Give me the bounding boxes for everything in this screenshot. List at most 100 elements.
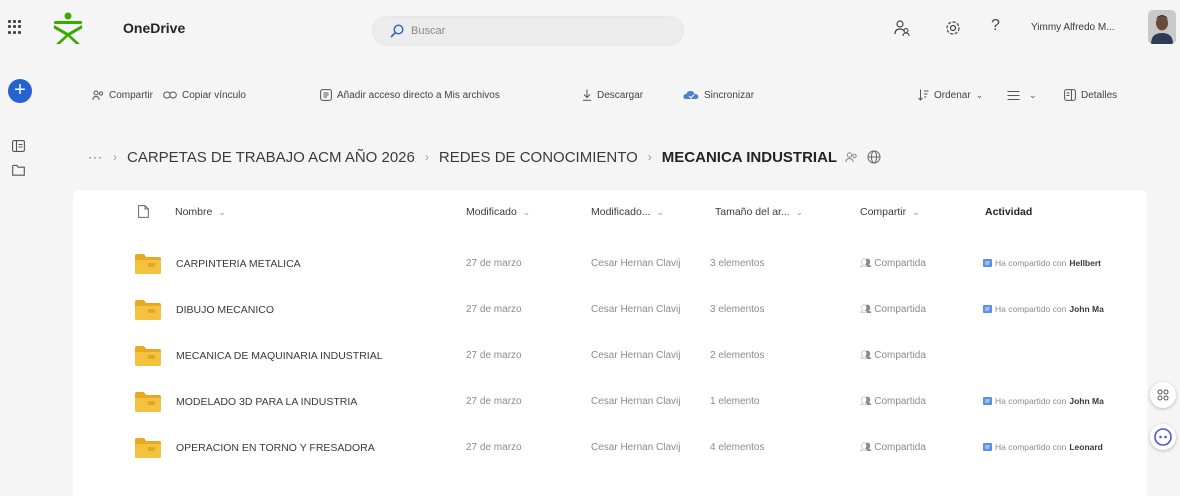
item-sharing[interactable]: 👥︎ Compartida bbox=[860, 442, 926, 453]
column-header-sharing[interactable]: Compartir ⌄ bbox=[860, 206, 920, 218]
item-name[interactable]: DIBUJO MECANICO bbox=[176, 304, 274, 316]
column-header-modified-by[interactable]: Modificado... ⌄ bbox=[591, 206, 664, 218]
share-button[interactable]: Compartir bbox=[92, 86, 153, 104]
plus-icon: + bbox=[14, 79, 26, 101]
avatar[interactable] bbox=[1148, 10, 1176, 44]
share-label: Compartir bbox=[109, 89, 153, 101]
add-shortcut-label: Añadir acceso directo a Mis archivos bbox=[337, 89, 500, 101]
apps-button[interactable] bbox=[1150, 382, 1176, 408]
activity-icon bbox=[983, 259, 992, 267]
sync-button[interactable]: Sincronizar bbox=[683, 86, 754, 104]
item-size: 2 elementos bbox=[710, 350, 765, 361]
app-title[interactable]: OneDrive bbox=[123, 20, 185, 36]
download-icon bbox=[583, 89, 591, 101]
item-modified-by: Cesar Hernan Clavij bbox=[591, 442, 681, 453]
waffle-icon[interactable] bbox=[8, 20, 22, 34]
item-name[interactable]: CARPINTERIA METALICA bbox=[176, 258, 301, 270]
search-box[interactable] bbox=[372, 16, 684, 46]
chevron-right-icon: › bbox=[647, 150, 652, 164]
item-size: 4 elementos bbox=[710, 442, 765, 453]
folder-icon bbox=[135, 254, 161, 274]
help-icon[interactable]: ? bbox=[991, 17, 1000, 35]
chevron-down-icon: ⌄ bbox=[1029, 89, 1037, 100]
copilot-icon bbox=[1154, 428, 1172, 446]
people-icon: 👥︎ bbox=[860, 396, 872, 406]
shared-people-icon[interactable] bbox=[845, 151, 858, 163]
breadcrumb-item[interactable]: REDES DE CONOCIMIENTO bbox=[439, 149, 638, 166]
item-name[interactable]: OPERACION EN TORNO Y FRESADORA bbox=[176, 442, 375, 454]
activity-icon bbox=[983, 305, 992, 313]
chevron-down-icon: ⌄ bbox=[975, 89, 984, 100]
item-modified: 27 de marzo bbox=[466, 396, 522, 407]
item-size: 3 elementos bbox=[710, 304, 765, 315]
people-icon: 👥︎ bbox=[860, 258, 872, 268]
list-view-icon bbox=[1007, 90, 1020, 100]
sidebar-toggle-icon[interactable] bbox=[12, 140, 25, 152]
copy-link-label: Copiar vínculo bbox=[182, 89, 246, 101]
folder-icon bbox=[135, 438, 161, 458]
folder-icon bbox=[135, 346, 161, 366]
column-header-activity[interactable]: Actividad bbox=[985, 206, 1032, 218]
activity-icon bbox=[983, 443, 992, 451]
table-row[interactable]: MECANICA DE MAQUINARIA INDUSTRIAL 27 de … bbox=[73, 334, 1147, 378]
user-name[interactable]: Yimmy Alfredo M... bbox=[1031, 22, 1115, 33]
table-row[interactable]: MODELADO 3D PARA LA INDUSTRIA 27 de marz… bbox=[73, 380, 1147, 424]
search-icon bbox=[390, 24, 404, 38]
details-button[interactable]: Detalles bbox=[1064, 86, 1117, 104]
column-header-name[interactable]: Nombre ⌄ bbox=[175, 206, 226, 218]
download-label: Descargar bbox=[597, 89, 644, 101]
details-label: Detalles bbox=[1081, 89, 1118, 101]
activity-icon bbox=[983, 397, 992, 405]
new-button[interactable]: + bbox=[8, 79, 32, 103]
item-size: 3 elementos bbox=[710, 258, 765, 269]
folder-icon bbox=[135, 300, 161, 320]
people-icon: 👥︎ bbox=[860, 350, 872, 360]
top-bar: OneDrive ? Yimmy Alfredo M... bbox=[0, 0, 1180, 62]
view-options-button[interactable]: ⌄ bbox=[1007, 86, 1037, 104]
item-sharing[interactable]: 👥︎ Compartida bbox=[860, 258, 926, 269]
people-icon[interactable] bbox=[893, 19, 911, 37]
item-sharing[interactable]: 👥︎ Compartida bbox=[860, 396, 926, 407]
item-activity[interactable]: Ha compartido con Leonard bbox=[983, 442, 1147, 452]
breadcrumb-item[interactable]: CARPETAS DE TRABAJO ACM AÑO 2026 bbox=[127, 149, 415, 166]
sena-logo[interactable] bbox=[48, 11, 88, 45]
item-activity[interactable]: Ha compartido con John Ma bbox=[983, 396, 1147, 406]
item-name[interactable]: MECANICA DE MAQUINARIA INDUSTRIAL bbox=[176, 350, 383, 362]
item-sharing[interactable]: 👥︎ Compartida bbox=[860, 304, 926, 315]
item-modified-by: Cesar Hernan Clavij bbox=[591, 304, 681, 315]
column-header-modified[interactable]: Modificado ⌄ bbox=[466, 206, 530, 218]
people-icon: 👥︎ bbox=[860, 442, 872, 452]
breadcrumb-current[interactable]: MECANICA INDUSTRIAL bbox=[662, 149, 837, 166]
search-input[interactable] bbox=[411, 22, 661, 40]
item-name[interactable]: MODELADO 3D PARA LA INDUSTRIA bbox=[176, 396, 357, 408]
breadcrumb-overflow[interactable]: ··· bbox=[88, 150, 103, 164]
folder-icon bbox=[135, 392, 161, 412]
shortcut-icon bbox=[320, 89, 332, 101]
item-activity[interactable]: Ha compartido con Hellbert bbox=[983, 258, 1147, 268]
file-type-icon[interactable] bbox=[138, 205, 149, 218]
item-sharing[interactable]: 👥︎ Compartida bbox=[860, 350, 926, 361]
item-modified-by: Cesar Hernan Clavij bbox=[591, 258, 681, 269]
copy-link-button[interactable]: Copiar vínculo bbox=[163, 86, 246, 104]
item-modified: 27 de marzo bbox=[466, 442, 522, 453]
sync-label: Sincronizar bbox=[704, 89, 755, 101]
file-list: Nombre ⌄ Modificado ⌄ Modificado... ⌄ Tamañ… bbox=[73, 190, 1147, 496]
item-modified: 27 de marzo bbox=[466, 258, 522, 269]
breadcrumb: ··· › CARPETAS DE TRABAJO ACM AÑO 2026 ›… bbox=[88, 146, 881, 168]
gear-icon[interactable] bbox=[944, 19, 962, 37]
folder-nav-icon[interactable] bbox=[12, 164, 25, 176]
item-activity[interactable]: Ha compartido con John Ma bbox=[983, 304, 1147, 314]
table-row[interactable]: CARPINTERIA METALICA 27 de marzo Cesar H… bbox=[73, 242, 1147, 286]
globe-icon[interactable] bbox=[867, 150, 881, 164]
column-header-size[interactable]: Tamaño del ar... ⌄ bbox=[715, 206, 803, 218]
table-row[interactable]: DIBUJO MECANICO 27 de marzo Cesar Hernan… bbox=[73, 288, 1147, 332]
item-size: 1 elemento bbox=[710, 396, 760, 407]
sort-button[interactable]: Ordenar ⌄ bbox=[918, 86, 983, 104]
chevron-right-icon: › bbox=[424, 150, 429, 164]
download-button[interactable]: Descargar bbox=[582, 86, 643, 104]
chevron-right-icon: › bbox=[113, 150, 117, 164]
table-row[interactable]: OPERACION EN TORNO Y FRESADORA 27 de mar… bbox=[73, 426, 1147, 470]
add-shortcut-button[interactable]: Añadir acceso directo a Mis archivos bbox=[320, 86, 500, 104]
sync-icon bbox=[683, 91, 699, 99]
copilot-button[interactable] bbox=[1150, 424, 1176, 450]
